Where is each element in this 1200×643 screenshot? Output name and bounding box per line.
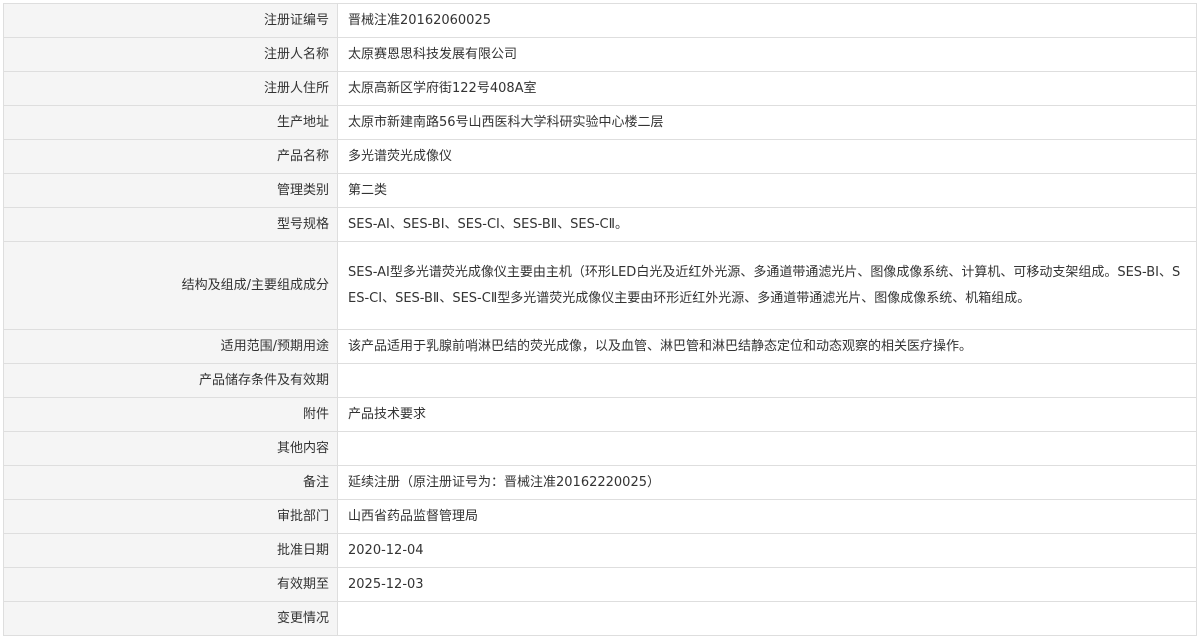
registration-number-label: 注册证编号 — [3, 3, 338, 38]
row-change-history: 变更情况 — [3, 601, 1197, 636]
row-attachment: 附件 产品技术要求 — [3, 397, 1197, 432]
valid-until-label: 有效期至 — [3, 567, 338, 602]
registration-info-table: 注册证编号 晋械注准20162060025 注册人名称 太原赛恩思科技发展有限公… — [3, 3, 1197, 636]
row-approval-date: 批准日期 2020-12-04 — [3, 533, 1197, 568]
structure-composition-value: SES-AⅠ型多光谱荧光成像仪主要由主机（环形LED白光及近红外光源、多通道带通… — [337, 241, 1197, 330]
approval-date-value: 2020-12-04 — [337, 533, 1197, 568]
production-address-value: 太原市新建南路56号山西医科大学科研实验中心楼二层 — [337, 105, 1197, 140]
approval-department-label: 审批部门 — [3, 499, 338, 534]
management-category-value: 第二类 — [337, 173, 1197, 208]
registrant-name-label: 注册人名称 — [3, 37, 338, 72]
row-production-address: 生产地址 太原市新建南路56号山西医科大学科研实验中心楼二层 — [3, 105, 1197, 140]
row-registrant-name: 注册人名称 太原赛恩思科技发展有限公司 — [3, 37, 1197, 72]
attachment-label: 附件 — [3, 397, 338, 432]
other-content-label: 其他内容 — [3, 431, 338, 466]
management-category-label: 管理类别 — [3, 173, 338, 208]
storage-validity-value — [337, 363, 1197, 398]
product-name-value: 多光谱荧光成像仪 — [337, 139, 1197, 174]
model-spec-value: SES-AⅠ、SES-BⅠ、SES-CⅠ、SES-BⅡ、SES-CⅡ。 — [337, 207, 1197, 242]
registrant-name-value: 太原赛恩思科技发展有限公司 — [337, 37, 1197, 72]
other-content-value — [337, 431, 1197, 466]
row-intended-use: 适用范围/预期用途 该产品适用于乳腺前哨淋巴结的荧光成像，以及血管、淋巴管和淋巴… — [3, 329, 1197, 364]
production-address-label: 生产地址 — [3, 105, 338, 140]
row-approval-department: 审批部门 山西省药品监督管理局 — [3, 499, 1197, 534]
intended-use-value: 该产品适用于乳腺前哨淋巴结的荧光成像，以及血管、淋巴管和淋巴结静态定位和动态观察… — [337, 329, 1197, 364]
approval-date-label: 批准日期 — [3, 533, 338, 568]
model-spec-label: 型号规格 — [3, 207, 338, 242]
intended-use-label: 适用范围/预期用途 — [3, 329, 338, 364]
row-remarks: 备注 延续注册（原注册证号为：晋械注准20162220025） — [3, 465, 1197, 500]
approval-department-value: 山西省药品监督管理局 — [337, 499, 1197, 534]
remarks-value: 延续注册（原注册证号为：晋械注准20162220025） — [337, 465, 1197, 500]
valid-until-value: 2025-12-03 — [337, 567, 1197, 602]
row-model-spec: 型号规格 SES-AⅠ、SES-BⅠ、SES-CⅠ、SES-BⅡ、SES-CⅡ。 — [3, 207, 1197, 242]
product-name-label: 产品名称 — [3, 139, 338, 174]
remarks-label: 备注 — [3, 465, 338, 500]
row-registrant-address: 注册人住所 太原高新区学府街122号408A室 — [3, 71, 1197, 106]
row-valid-until: 有效期至 2025-12-03 — [3, 567, 1197, 602]
change-history-label: 变更情况 — [3, 601, 338, 636]
registrant-address-label: 注册人住所 — [3, 71, 338, 106]
row-other-content: 其他内容 — [3, 431, 1197, 466]
row-registration-number: 注册证编号 晋械注准20162060025 — [3, 3, 1197, 38]
change-history-value — [337, 601, 1197, 636]
row-storage-validity: 产品储存条件及有效期 — [3, 363, 1197, 398]
row-management-category: 管理类别 第二类 — [3, 173, 1197, 208]
row-structure-composition: 结构及组成/主要组成成分 SES-AⅠ型多光谱荧光成像仪主要由主机（环形LED白… — [3, 241, 1197, 330]
storage-validity-label: 产品储存条件及有效期 — [3, 363, 338, 398]
registration-number-value: 晋械注准20162060025 — [337, 3, 1197, 38]
row-product-name: 产品名称 多光谱荧光成像仪 — [3, 139, 1197, 174]
structure-composition-label: 结构及组成/主要组成成分 — [3, 241, 338, 330]
registrant-address-value: 太原高新区学府街122号408A室 — [337, 71, 1197, 106]
attachment-value: 产品技术要求 — [337, 397, 1197, 432]
